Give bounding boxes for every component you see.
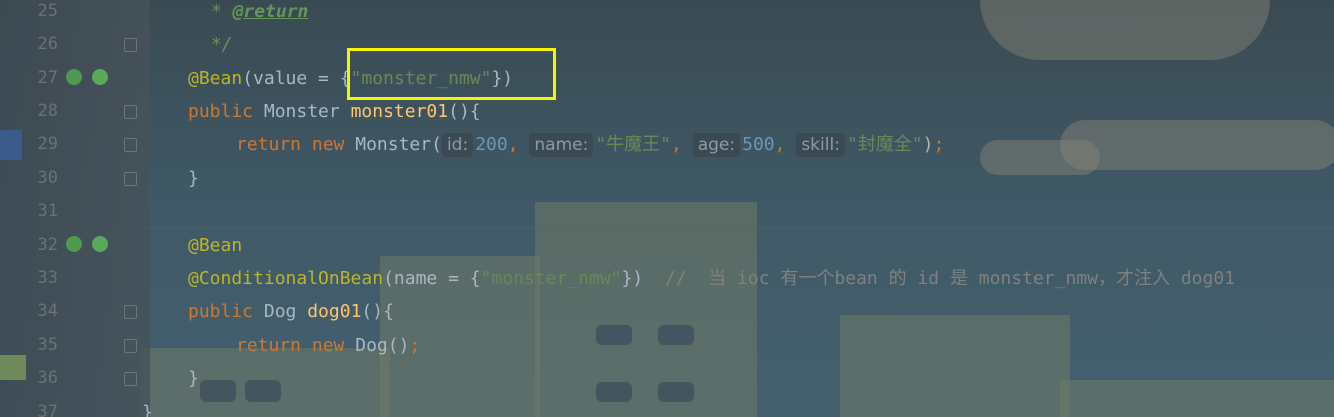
gutter: 25 26 27 28 29 30 31 32 33 34 35 36 37 (0, 0, 145, 417)
code-text: } (188, 368, 199, 389)
doc-comment: */ (200, 34, 233, 55)
method-separator (145, 227, 1334, 228)
doc-comment: * (200, 1, 233, 22)
type-name: Monster( (344, 134, 442, 155)
code-line-28[interactable]: public Monster monster01(){ (188, 95, 481, 128)
line-number: 34 (37, 301, 58, 321)
wallpaper-shape (980, 140, 1100, 175)
wallpaper-shape (245, 380, 281, 402)
code-text: } (188, 168, 199, 189)
code-line-26[interactable]: */ (200, 28, 233, 61)
fold-marker-icon[interactable] (124, 38, 137, 52)
code-text: } (142, 402, 153, 417)
keyword: new (301, 134, 345, 155)
bean-gutter-icon[interactable] (92, 236, 108, 252)
fold-marker-icon[interactable] (124, 138, 137, 152)
code-text: ; (933, 134, 945, 155)
wallpaper-shape (535, 202, 757, 417)
line-number: 36 (37, 368, 58, 388)
keyword: return (236, 335, 302, 356)
annotation: @Bean (188, 68, 243, 89)
line-number: 32 (37, 235, 58, 255)
type-name: Monster (253, 101, 351, 122)
code-line-29[interactable]: return new Monster(id: 200, name: "牛魔王", a… (236, 128, 944, 161)
bean-gutter-icon[interactable] (66, 236, 82, 252)
doc-tag: @return (232, 1, 309, 22)
code-text: , (774, 134, 797, 155)
number-literal: 200 (475, 134, 508, 155)
keyword: public (188, 301, 254, 322)
fold-marker-icon[interactable] (124, 339, 137, 353)
fold-marker-icon[interactable] (124, 172, 137, 186)
wallpaper-shape (1060, 120, 1334, 170)
code-text: ; (409, 335, 421, 356)
line-number: 37 (37, 402, 58, 417)
line-number: 30 (37, 168, 58, 188)
code-text: (value = (242, 68, 340, 89)
line-number: 25 (37, 1, 58, 21)
parameter-hint: name: (529, 133, 594, 157)
line-number: 28 (37, 101, 58, 121)
code-text: (){ (448, 101, 481, 122)
wallpaper-shape (658, 325, 694, 345)
wallpaper-shape (596, 382, 632, 402)
code-line-35[interactable]: return new Dog(); (236, 329, 420, 362)
line-number: 29 (37, 134, 58, 154)
line-number: 33 (37, 268, 58, 288)
code-line-37[interactable]: } (142, 396, 153, 417)
line-comment: // 当 ioc 有一个bean 的 id 是 monster_nmw，才注入 … (664, 268, 1236, 289)
code-line-30[interactable]: } (188, 162, 199, 195)
code-editor[interactable]: 25 26 27 28 29 30 31 32 33 34 35 36 37 *… (0, 0, 1334, 417)
code-line-25[interactable]: * @return (200, 0, 309, 28)
wallpaper-shape (200, 380, 236, 402)
code-text: ) (922, 134, 934, 155)
string-literal: "封魔全" (846, 134, 923, 155)
code-text: , (671, 134, 693, 155)
bean-gutter-icon[interactable] (92, 69, 108, 85)
bean-gutter-icon[interactable] (66, 69, 82, 85)
number-literal: 500 (742, 134, 775, 155)
code-line-36[interactable]: } (188, 362, 199, 395)
code-line-33[interactable]: @ConditionalOnBean(name = {"monster_nmw"… (188, 262, 1235, 295)
fold-marker-icon[interactable] (124, 305, 137, 319)
parameter-hint: skill: (796, 133, 845, 157)
highlight-box (347, 48, 556, 100)
type-name: Dog() (344, 335, 410, 356)
type-name: Dog (253, 301, 308, 322)
string-literal: "牛魔王" (595, 134, 672, 155)
wallpaper-shape (1060, 380, 1334, 417)
annotation: @ConditionalOnBean (188, 268, 384, 289)
method-name: monster01 (350, 101, 449, 122)
method-name: dog01 (307, 301, 362, 322)
code-text: }) (621, 268, 665, 289)
code-text: (){ (361, 301, 394, 322)
string-literal: "monster_nmw" (480, 268, 622, 289)
parameter-hint: age: (692, 133, 741, 157)
code-text: , (507, 134, 530, 155)
annotation: @Bean (188, 235, 243, 256)
fold-marker-icon[interactable] (124, 372, 137, 386)
fold-marker-icon[interactable] (124, 105, 137, 119)
line-number: 26 (37, 34, 58, 54)
code-text: (name = { (383, 268, 481, 289)
wallpaper-shape (840, 315, 1070, 417)
line-number: 35 (37, 335, 58, 355)
keyword: public (188, 101, 254, 122)
parameter-hint: id: (441, 133, 474, 157)
wallpaper-shape (596, 325, 632, 345)
keyword: new (301, 335, 345, 356)
wallpaper-shape (658, 382, 694, 402)
line-number: 31 (37, 201, 58, 221)
code-line-34[interactable]: public Dog dog01(){ (188, 295, 394, 328)
keyword: return (236, 134, 302, 155)
wallpaper-shape (980, 0, 1270, 60)
line-number: 27 (37, 68, 58, 88)
code-line-32[interactable]: @Bean (188, 229, 242, 262)
